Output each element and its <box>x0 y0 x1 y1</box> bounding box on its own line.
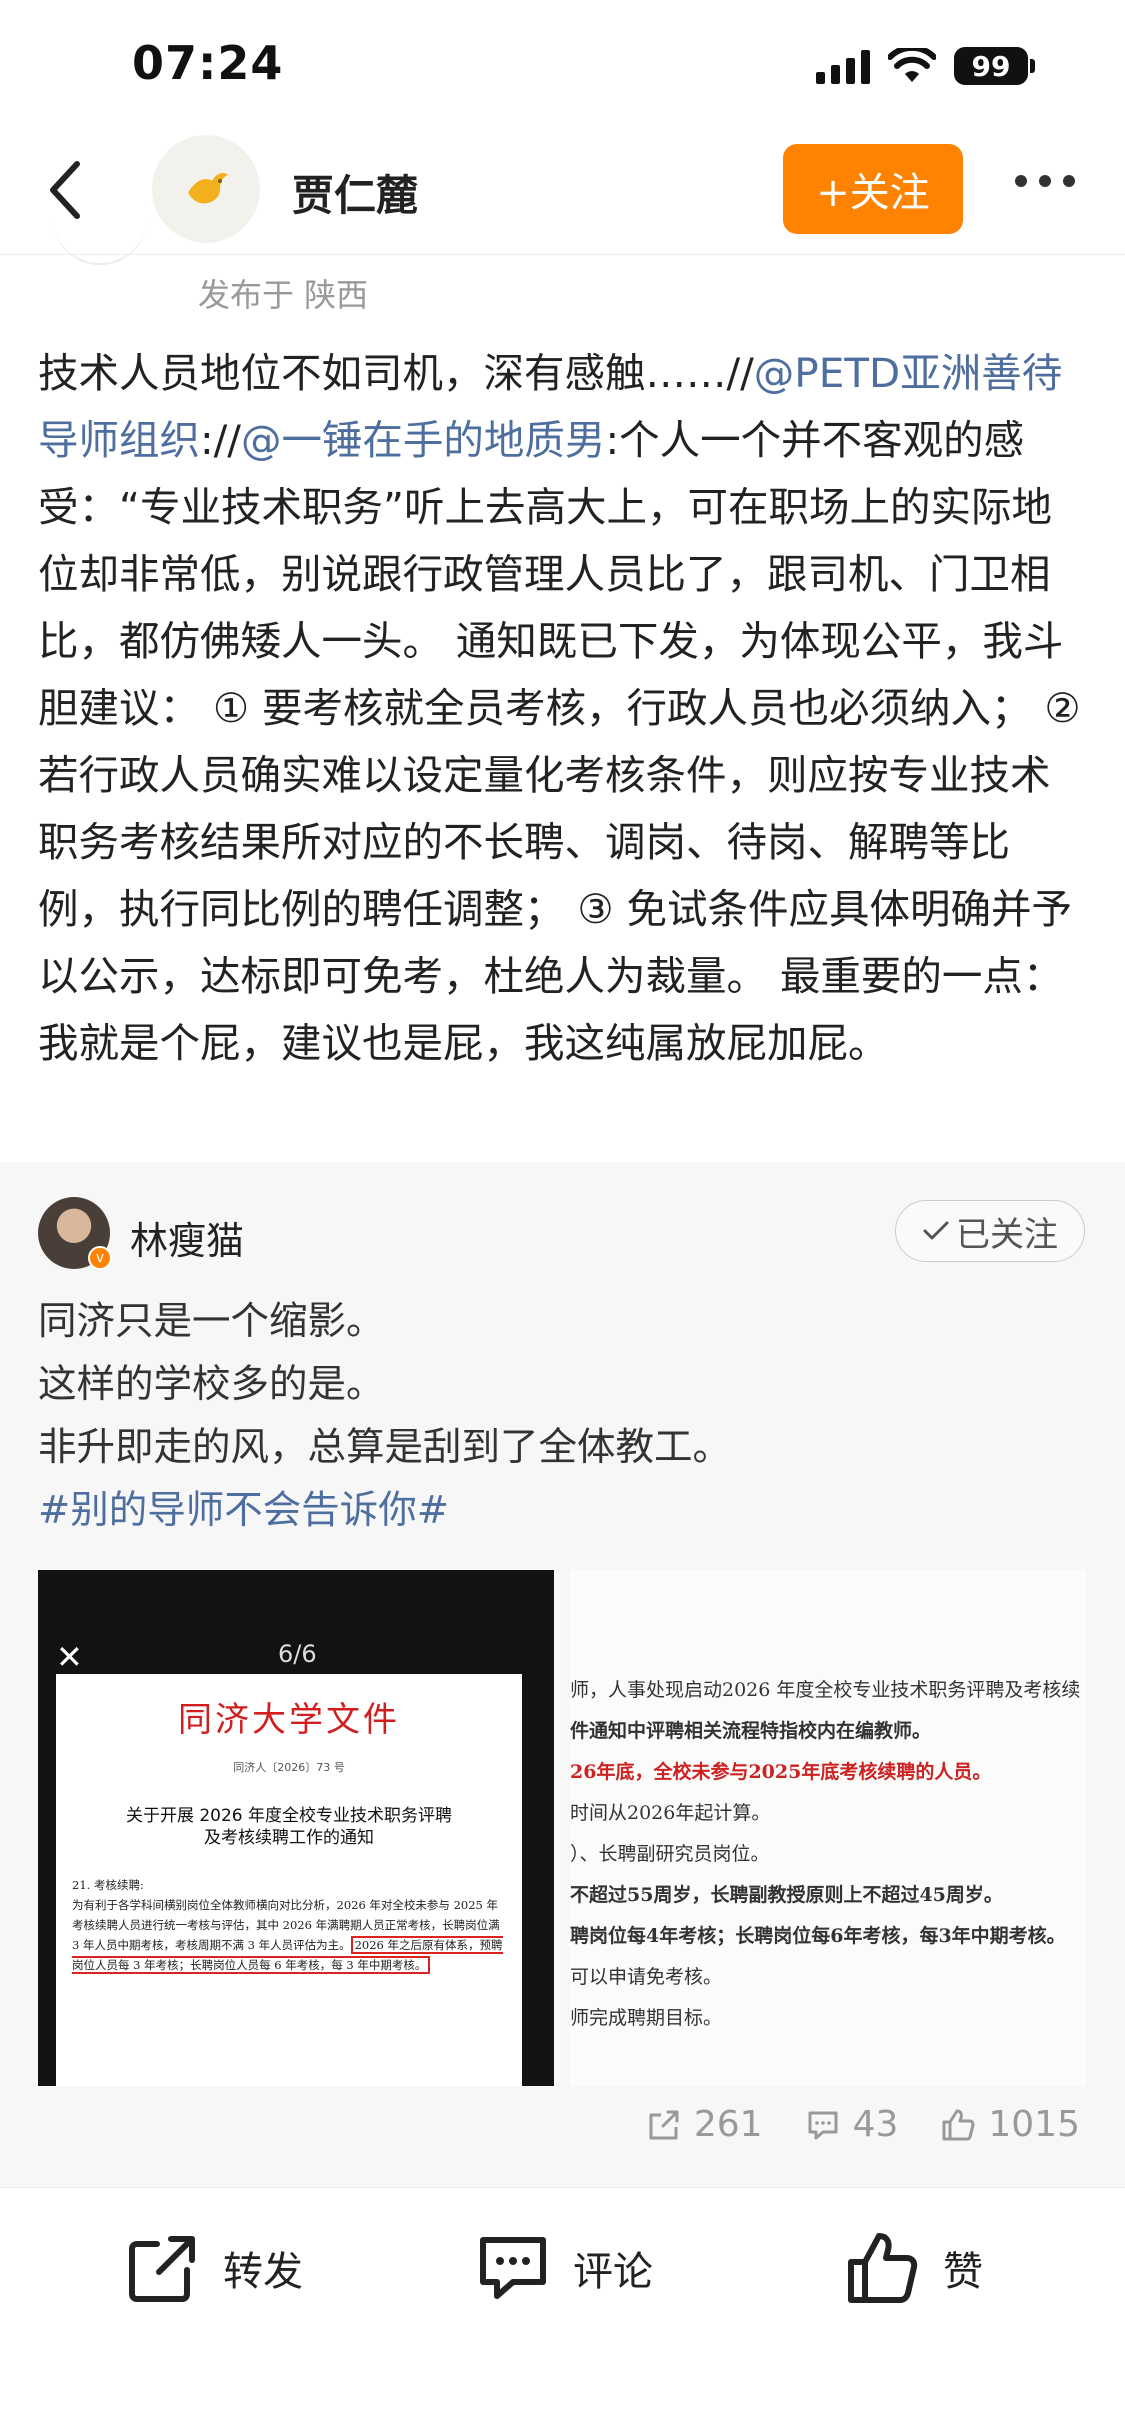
document-preview: 同济大学文件 同济人〔2026〕73 号 关于开展 2026 年度全校专业技术职… <box>56 1674 522 2086</box>
post-text-part: :// <box>200 416 241 464</box>
doc-line: 师完成聘期目标。 <box>570 2007 723 2029</box>
comment-count: 43 <box>852 2104 899 2145</box>
doc-line: 件通知中评聘相关流程特指校内在编教师。 <box>570 1720 932 1742</box>
thumbs-up-icon <box>942 2109 975 2140</box>
stat-likes[interactable]: 1015 <box>940 2104 1080 2145</box>
more-options-button[interactable] <box>1015 175 1075 187</box>
battery-icon: 99 <box>954 47 1035 85</box>
publish-location: 发布于 陕西 <box>198 276 369 314</box>
close-icon: ✕ <box>56 1638 83 1676</box>
share-icon <box>649 2110 679 2139</box>
repost-count: 261 <box>693 2104 763 2145</box>
verified-badge-icon: v <box>88 1246 112 1270</box>
doc-line: 不超过55周岁，长聘副教授原则上不超过45周岁。 <box>570 1884 1003 1906</box>
bottom-action-bar: 转发 评论 赞 <box>0 2187 1125 2436</box>
doc-heading-line: 关于开展 2026 年度全校专业技术职务评聘 <box>125 1806 453 1826</box>
status-time: 07:24 <box>132 36 284 90</box>
comment-button[interactable]: 评论 <box>475 2230 653 2306</box>
battery-level: 99 <box>954 47 1028 85</box>
doc-body: 21. 考核续聘: 为有利于各学科间横别岗位全体教师横向对比分析，2026 年对… <box>72 1875 506 1975</box>
status-bar: 07:24 99 <box>0 0 1125 130</box>
doc-line: 聘岗位每4年考核；长聘岗位每6年考核，每3年中期考核。 <box>570 1925 1066 1947</box>
doc-heading: 关于开展 2026 年度全校专业技术职务评聘 及考核续聘工作的通知 <box>72 1805 506 1849</box>
post-image-2[interactable]: 师，人事处现启动2026 年度全校专业技术职务评聘及考核续 件通知中评聘相关流程… <box>570 1570 1086 2086</box>
text-line: 这样的学校多的是。 <box>38 1362 385 1407</box>
followed-label: 已关注 <box>956 1214 1058 1255</box>
comment-icon <box>480 2237 546 2299</box>
repost-stats: 261 43 1015 <box>646 2104 1080 2145</box>
thumbs-up-icon <box>848 2233 918 2303</box>
image-counter: 6/6 <box>278 1640 317 1668</box>
doc-line: 时间从2026年起计算。 <box>570 1802 771 1824</box>
comment-icon <box>808 2111 838 2139</box>
doc-line: 为有利于各学科间横别岗位全体教师横向对比分析，2026 年对全校未参与 2025… <box>72 1895 506 1975</box>
post-image-1[interactable]: ✕ 6/6 同济大学文件 同济人〔2026〕73 号 关于开展 2026 年度全… <box>38 1570 554 2086</box>
doc-title: 同济大学文件 <box>178 1700 400 1740</box>
doc-heading-line: 及考核续聘工作的通知 <box>204 1828 374 1848</box>
text-line: 非升即走的风，总算是刮到了全体教工。 <box>38 1425 732 1470</box>
author-name[interactable]: 贾仁麓 <box>292 162 418 223</box>
cellular-signal-icon <box>816 48 870 84</box>
doc-line: 师，人事处现启动2026 年度全校专业技术职务评聘及考核续 <box>570 1679 1081 1701</box>
stat-comments[interactable]: 43 <box>805 2104 899 2145</box>
post-text-part: 技术人员地位不如司机，深有感触……// <box>38 349 754 397</box>
followed-button[interactable]: 已关注 <box>895 1200 1085 1262</box>
document-crop: 师，人事处现启动2026 年度全校专业技术职务评聘及考核续 件通知中评聘相关流程… <box>570 1670 1080 2039</box>
original-author-name[interactable]: 林瘦猫 <box>130 1210 244 1265</box>
status-indicators: 99 <box>816 44 1035 88</box>
doc-line: 26年底，全校未参与2025年底考核续聘的人员。 <box>570 1761 992 1783</box>
hashtag-link[interactable]: #别的导师不会告诉你# <box>38 1479 731 1542</box>
doc-line: ）、长聘副研究员岗位。 <box>570 1843 770 1865</box>
dove-logo-icon <box>188 173 228 204</box>
nav-bar: 贾仁麓 +关注 <box>0 130 1125 255</box>
wifi-icon <box>888 48 936 82</box>
like-label: 赞 <box>943 2249 983 2295</box>
like-button[interactable]: 赞 <box>845 2230 983 2306</box>
doc-line: 可以申请免考核。 <box>570 1966 723 1988</box>
share-icon <box>129 2236 195 2302</box>
original-post-text: 同济只是一个缩影。 这样的学校多的是。 非升即走的风，总算是刮到了全体教工。 #… <box>38 1290 731 1542</box>
repost-button[interactable]: 转发 <box>125 2230 303 2306</box>
doc-number: 同济人〔2026〕73 号 <box>233 1761 345 1774</box>
doc-line: 21. 考核续聘: <box>72 1878 144 1892</box>
comment-label: 评论 <box>573 2249 653 2295</box>
post-body: 技术人员地位不如司机，深有感触……//@PETD亚洲善待导师组织://@一锤在手… <box>38 340 1088 1077</box>
like-count: 1015 <box>988 2104 1080 2145</box>
text-line: 同济只是一个缩影。 <box>38 1299 385 1344</box>
stat-reposts[interactable]: 261 <box>646 2104 763 2145</box>
follow-button[interactable]: +关注 <box>783 144 963 234</box>
mention-link[interactable]: @一锤在手的地质男 <box>241 416 606 464</box>
reposted-content[interactable]: v 林瘦猫 已关注 同济只是一个缩影。 这样的学校多的是。 非升即走的风，总算是… <box>0 1162 1125 2187</box>
author-avatar[interactable] <box>152 135 260 243</box>
repost-label: 转发 <box>223 2249 303 2295</box>
post-text-part: :个人一个并不客观的感受：“专业技术职务”听上去高大上，可在职场上的实际地位却非… <box>38 416 1081 1067</box>
checkmark-icon <box>923 1221 949 1240</box>
